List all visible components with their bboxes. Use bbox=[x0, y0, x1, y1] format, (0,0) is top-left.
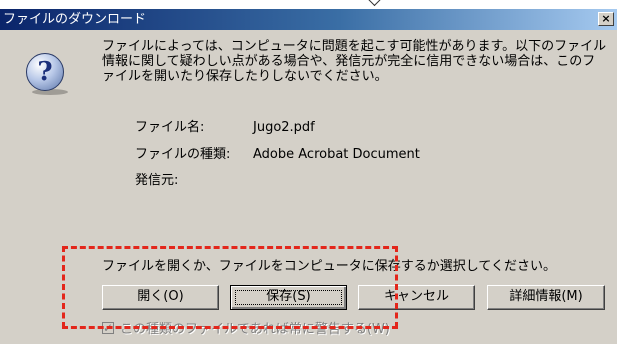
file-type-row: ファイルの種類: Adobe Acrobat Document bbox=[135, 147, 420, 162]
always-warn-label: この種類のファイルであれば常に警告する(W) bbox=[120, 322, 390, 337]
details-button[interactable]: 詳細情報(M) bbox=[487, 285, 605, 310]
open-button[interactable]: 開く(O) bbox=[102, 285, 219, 310]
annotation-highlight-top bbox=[62, 246, 398, 249]
file-name-row: ファイル名: Jugo2.pdf bbox=[135, 120, 315, 135]
question-mark-glyph: ? bbox=[37, 57, 53, 87]
check-icon: ✓ bbox=[103, 321, 114, 335]
question-icon: ? bbox=[26, 53, 64, 91]
close-icon: × bbox=[601, 12, 611, 25]
always-warn-checkbox[interactable]: ✓ bbox=[102, 321, 114, 335]
save-button[interactable]: 保存(S) bbox=[230, 285, 347, 310]
always-warn-option[interactable]: ✓ この種類のファイルであれば常に警告する(W) bbox=[102, 321, 390, 338]
source-label: 発信元: bbox=[135, 173, 179, 188]
file-name-value: Jugo2.pdf bbox=[253, 120, 315, 135]
save-button-label: 保存(S) bbox=[266, 289, 311, 304]
close-button[interactable]: × bbox=[598, 12, 614, 26]
cursor-arrow-shape bbox=[363, 0, 386, 7]
annotation-highlight-left bbox=[62, 246, 65, 328]
file-type-label: ファイルの種類: bbox=[135, 147, 231, 162]
page-top-strip bbox=[0, 0, 617, 8]
file-type-value: Adobe Acrobat Document bbox=[253, 147, 420, 162]
dialog-title: ファイルのダウンロード bbox=[3, 12, 147, 27]
file-download-dialog: ファイルのダウンロード × ? ファイルによっては、コンピュータに問題を起こす可… bbox=[0, 8, 617, 344]
file-name-label: ファイル名: bbox=[135, 120, 205, 135]
source-row: 発信元: bbox=[135, 173, 253, 188]
warning-message: ファイルによっては、コンピュータに問題を起こす可能性があります。以下のファイル情… bbox=[102, 39, 607, 84]
cancel-button[interactable]: キャンセル bbox=[358, 285, 475, 310]
choice-prompt: ファイルを開くか、ファイルをコンピュータに保存するか選択してください。 bbox=[102, 259, 556, 274]
title-bar[interactable]: ファイルのダウンロード × bbox=[0, 9, 617, 30]
